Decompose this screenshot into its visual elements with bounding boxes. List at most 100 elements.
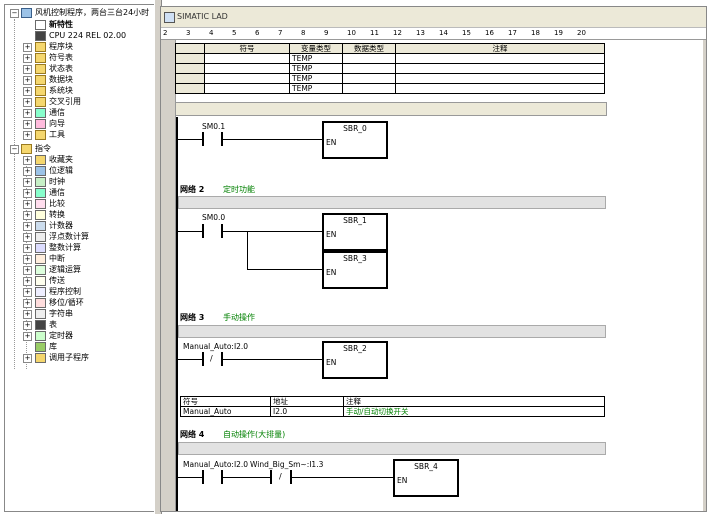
instruction-icon: [35, 177, 46, 187]
window: − 风机控制程序，两台三台24小时 新特性 CPU 224 REL 02.00 …: [0, 0, 709, 514]
expand-icon[interactable]: +: [23, 332, 32, 341]
project-tree[interactable]: − 风机控制程序，两台三台24小时 新特性 CPU 224 REL 02.00 …: [4, 4, 156, 512]
no-contact[interactable]: [202, 470, 204, 484]
expand-icon[interactable]: +: [23, 321, 32, 330]
folder-icon: [35, 97, 46, 107]
network-comment: 自动操作(大排量): [223, 430, 286, 439]
network-comment-bar[interactable]: [178, 196, 606, 209]
network-comment: 手动操作: [223, 313, 255, 322]
contact-label: Manual_Auto:I2.0: [183, 342, 249, 351]
table-row[interactable]: TEMP: [175, 53, 605, 64]
sbr-call-box[interactable]: SBR_0 EN: [322, 121, 388, 159]
ruler-tick: 2: [163, 29, 168, 37]
ruler-tick: 16: [485, 29, 494, 37]
left-gutter: [161, 40, 176, 511]
column-ruler: 2 3 4 5 6 7 8 9 10 11 12 13 14 15 16 17 18 19 20: [161, 28, 706, 40]
instruction-icon: [35, 320, 46, 330]
ruler-tick: 14: [439, 29, 448, 37]
instruction-icon: [35, 166, 46, 176]
collapse-icon[interactable]: −: [10, 9, 19, 18]
sbr-call-box[interactable]: SBR_2 EN: [322, 341, 388, 379]
expand-icon[interactable]: +: [23, 244, 32, 253]
comm-icon: [35, 108, 46, 118]
ruler-tick: 15: [462, 29, 471, 37]
expand-icon[interactable]: +: [23, 277, 32, 286]
instruction-icon: [35, 199, 46, 209]
folder-icon: [35, 42, 46, 52]
expand-icon[interactable]: +: [23, 178, 32, 187]
collapse-icon[interactable]: −: [10, 145, 19, 154]
expand-icon[interactable]: +: [23, 233, 32, 242]
instruction-icon: [35, 265, 46, 275]
help-icon: [35, 20, 46, 30]
network-label: 网络 4: [180, 430, 205, 439]
expand-icon[interactable]: +: [23, 200, 32, 209]
expand-icon[interactable]: +: [23, 76, 32, 85]
expand-icon[interactable]: +: [23, 156, 32, 165]
sbr-call-box[interactable]: SBR_4 EN: [393, 459, 459, 497]
expand-icon[interactable]: +: [23, 189, 32, 198]
table-row[interactable]: TEMP: [175, 63, 605, 74]
folder-icon: [35, 53, 46, 63]
table-row[interactable]: TEMP: [175, 83, 605, 94]
instruction-icon: [35, 188, 46, 198]
sbr-call-box[interactable]: SBR_1 EN: [322, 213, 388, 251]
lad-editor[interactable]: SIMATIC LAD 2 3 4 5 6 7 8 9 10 11 12 13 14 15 16 17 18 19…: [160, 6, 707, 512]
instruction-icon: [35, 155, 46, 165]
ruler-tick: 6: [255, 29, 260, 37]
sbr-call-box[interactable]: SBR_3 EN: [322, 251, 388, 289]
network-label: 网络 2: [180, 185, 205, 194]
instruction-icon: [35, 276, 46, 286]
expand-icon[interactable]: +: [23, 54, 32, 63]
contact-label: Wind_Big_Sm~:I1.3: [250, 460, 324, 469]
expand-icon[interactable]: +: [23, 288, 32, 297]
network-comment-bar[interactable]: [178, 442, 606, 455]
network-comment-bar[interactable]: [178, 325, 606, 338]
expand-icon[interactable]: +: [23, 131, 32, 140]
instruction-icon: [35, 331, 46, 341]
instruction-icon: [35, 309, 46, 319]
expand-icon[interactable]: +: [23, 211, 32, 220]
project-icon: [21, 8, 32, 18]
ruler-tick: 3: [186, 29, 191, 37]
expand-icon[interactable]: +: [23, 354, 32, 363]
contact-label: Manual_Auto:I2.0: [183, 460, 249, 469]
expand-icon[interactable]: +: [23, 65, 32, 74]
expand-icon[interactable]: +: [23, 310, 32, 319]
folder-icon: [21, 144, 32, 154]
no-contact[interactable]: [202, 224, 204, 238]
instruction-icon: [35, 243, 46, 253]
local-var-table[interactable]: 符号 变量类型 数据类型 注释 TEMP TEMP TEMP TEMP: [175, 43, 605, 94]
table-row[interactable]: Manual_Auto I2.0 手动/自动切换开关: [180, 406, 605, 417]
tools-icon: [35, 130, 46, 140]
ruler-tick: 11: [370, 29, 379, 37]
expand-icon[interactable]: +: [23, 222, 32, 231]
expand-icon[interactable]: +: [23, 299, 32, 308]
expand-icon[interactable]: +: [23, 120, 32, 129]
nc-contact[interactable]: [202, 352, 204, 366]
expand-icon[interactable]: +: [23, 98, 32, 107]
expand-icon[interactable]: +: [23, 87, 32, 96]
nc-contact[interactable]: [270, 470, 272, 484]
expand-icon[interactable]: +: [23, 266, 32, 275]
vertical-scrollbar[interactable]: [703, 40, 706, 511]
ruler-tick: 18: [531, 29, 540, 37]
tree-root-label: 风机控制程序，两台三台24小时: [35, 8, 150, 17]
expand-icon[interactable]: +: [23, 43, 32, 52]
no-contact[interactable]: [202, 132, 204, 146]
ruler-tick: 12: [393, 29, 402, 37]
expand-icon[interactable]: +: [23, 167, 32, 176]
ruler-tick: 10: [347, 29, 356, 37]
table-row[interactable]: TEMP: [175, 73, 605, 84]
ruler-tick: 5: [232, 29, 237, 37]
var-table-footer: [175, 102, 607, 116]
expand-icon[interactable]: +: [23, 109, 32, 118]
ruler-tick: 17: [508, 29, 517, 37]
instruction-icon: [35, 210, 46, 220]
network-comment: 定时功能: [223, 185, 255, 194]
lad-icon: [164, 12, 175, 23]
contact-label: SM0.0: [202, 213, 226, 222]
expand-icon[interactable]: +: [23, 255, 32, 264]
symbol-info-table[interactable]: 符号 地址 注释 Manual_Auto I2.0 手动/自动切换开关: [180, 396, 605, 417]
instruction-icon: [35, 353, 46, 363]
